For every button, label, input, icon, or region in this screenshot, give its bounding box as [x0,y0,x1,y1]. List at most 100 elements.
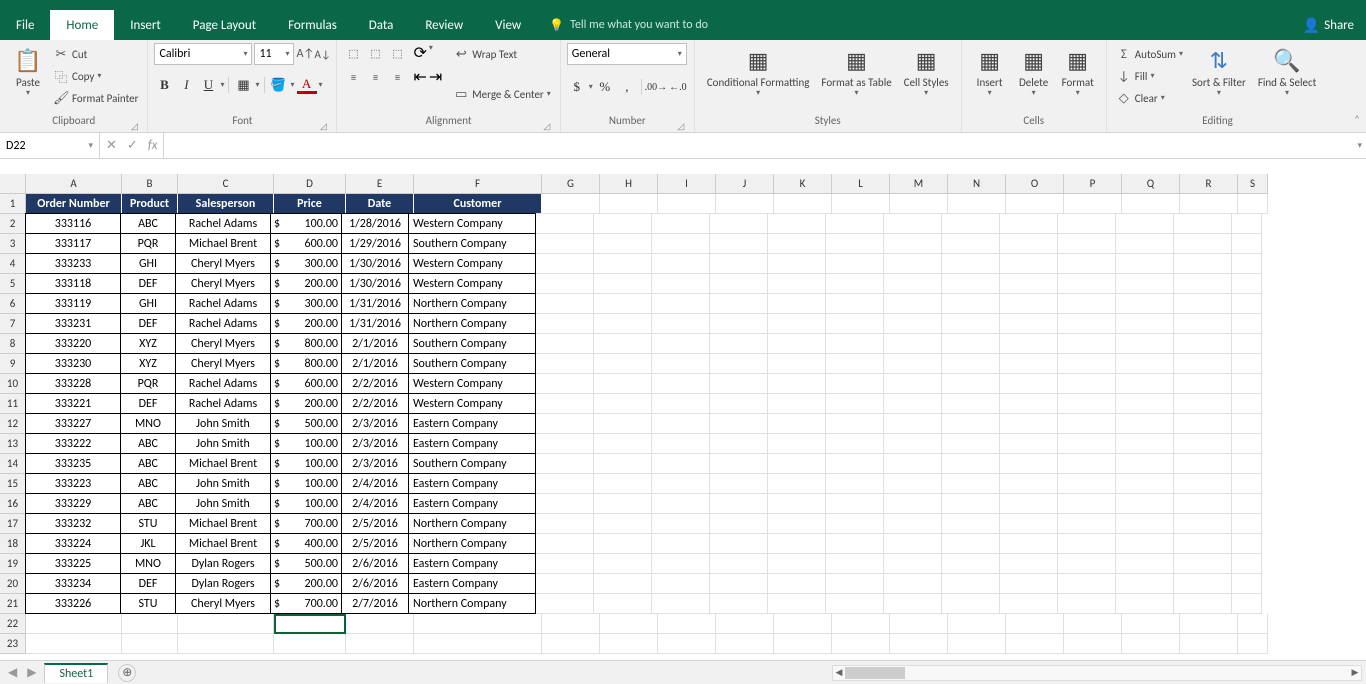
cell-R11[interactable] [1174,394,1232,414]
align-right-icon[interactable]: ≡ [387,67,407,87]
cell-I18[interactable] [652,534,710,554]
cell-R3[interactable] [1174,234,1232,254]
cell-R23[interactable] [1180,634,1238,654]
cell-A12[interactable]: 333227 [25,413,121,434]
cell-G11[interactable] [536,394,594,414]
cell-C5[interactable]: Cheryl Myers [175,273,271,294]
cell-L22[interactable] [832,614,890,634]
cell-R8[interactable] [1174,334,1232,354]
cell-P14[interactable] [1058,454,1116,474]
cell-F22[interactable] [414,614,542,634]
col-header-G[interactable]: G [542,174,600,194]
cell-J16[interactable] [710,494,768,514]
cell-M12[interactable] [884,414,942,434]
cell-J17[interactable] [710,514,768,534]
col-header-D[interactable]: D [274,174,346,194]
cell-R17[interactable] [1174,514,1232,534]
align-left-icon[interactable]: ≡ [343,67,363,87]
cell-M5[interactable] [884,274,942,294]
cell-H2[interactable] [594,214,652,234]
cell-H22[interactable] [600,614,658,634]
cell-F13[interactable]: Eastern Company [408,433,536,454]
cell-S22[interactable] [1238,614,1268,634]
cell-K15[interactable] [768,474,826,494]
cell-A16[interactable]: 333229 [25,493,121,514]
col-header-B[interactable]: B [122,174,178,194]
cell-F7[interactable]: Northern Company [408,313,536,334]
cell-D23[interactable] [274,634,346,654]
cell-K4[interactable] [768,254,826,274]
cell-N23[interactable] [948,634,1006,654]
cell-M20[interactable] [884,574,942,594]
cell-G8[interactable] [536,334,594,354]
cell-G15[interactable] [536,474,594,494]
cell-D13[interactable]: $100.00 [270,433,342,454]
cell-N5[interactable] [942,274,1000,294]
cell-N2[interactable] [942,214,1000,234]
orientation-button[interactable]: ⟳ [413,43,426,63]
cell-S4[interactable] [1232,254,1262,274]
cell-J22[interactable] [716,614,774,634]
table-header-cell[interactable]: Customer [414,194,542,214]
cell-Q20[interactable] [1116,574,1174,594]
tab-file[interactable]: File [0,10,50,40]
row-header-18[interactable]: 18 [0,534,26,554]
cell-M18[interactable] [884,534,942,554]
cell-D2[interactable]: $100.00 [270,213,342,234]
cell-S5[interactable] [1232,274,1262,294]
cell-K19[interactable] [768,554,826,574]
cell-G13[interactable] [536,434,594,454]
cell-F3[interactable]: Southern Company [408,233,536,254]
col-header-I[interactable]: I [658,174,716,194]
cell-M2[interactable] [884,214,942,234]
cell-F2[interactable]: Western Company [408,213,536,234]
cell-M4[interactable] [884,254,942,274]
cell-R15[interactable] [1174,474,1232,494]
cell-L17[interactable] [826,514,884,534]
formula-bar[interactable]: ▾ [163,133,1366,158]
cell-O8[interactable] [1000,334,1058,354]
cell-K8[interactable] [768,334,826,354]
cell-R22[interactable] [1180,614,1238,634]
cell-L12[interactable] [826,414,884,434]
cell-C3[interactable]: Michael Brent [175,233,271,254]
cell-P22[interactable] [1064,614,1122,634]
cell-N9[interactable] [942,354,1000,374]
cell-Q22[interactable] [1122,614,1180,634]
cell-G1[interactable] [542,194,600,214]
cell-G7[interactable] [536,314,594,334]
enter-icon[interactable]: ✓ [127,138,138,153]
cell-B6[interactable]: GHI [120,293,176,314]
cell-B9[interactable]: XYZ [120,353,176,374]
row-header-22[interactable]: 22 [0,614,26,634]
cell-M21[interactable] [884,594,942,614]
cell-S9[interactable] [1232,354,1262,374]
cell-R16[interactable] [1174,494,1232,514]
cell-L21[interactable] [826,594,884,614]
cell-L19[interactable] [826,554,884,574]
cell-M8[interactable] [884,334,942,354]
cell-H1[interactable] [600,194,658,214]
cell-M19[interactable] [884,554,942,574]
cell-Q1[interactable] [1122,194,1180,214]
cell-K20[interactable] [768,574,826,594]
cell-A10[interactable]: 333228 [25,373,121,394]
cell-N14[interactable] [942,454,1000,474]
cell-Q17[interactable] [1116,514,1174,534]
cell-I13[interactable] [652,434,710,454]
cell-S6[interactable] [1232,294,1262,314]
cell-G23[interactable] [542,634,600,654]
cell-P15[interactable] [1058,474,1116,494]
row-header-14[interactable]: 14 [0,454,26,474]
wrap-text-button[interactable]: ↩Wrap Text [450,43,554,65]
cell-H3[interactable] [594,234,652,254]
cell-L3[interactable] [826,234,884,254]
cell-C12[interactable]: John Smith [175,413,271,434]
cell-E23[interactable] [346,634,414,654]
cell-O19[interactable] [1000,554,1058,574]
cell-C16[interactable]: John Smith [175,493,271,514]
cell-N8[interactable] [942,334,1000,354]
cell-M3[interactable] [884,234,942,254]
find-select-button[interactable]: 🔍Find & Select▾ [1252,43,1322,100]
cell-Q2[interactable] [1116,214,1174,234]
